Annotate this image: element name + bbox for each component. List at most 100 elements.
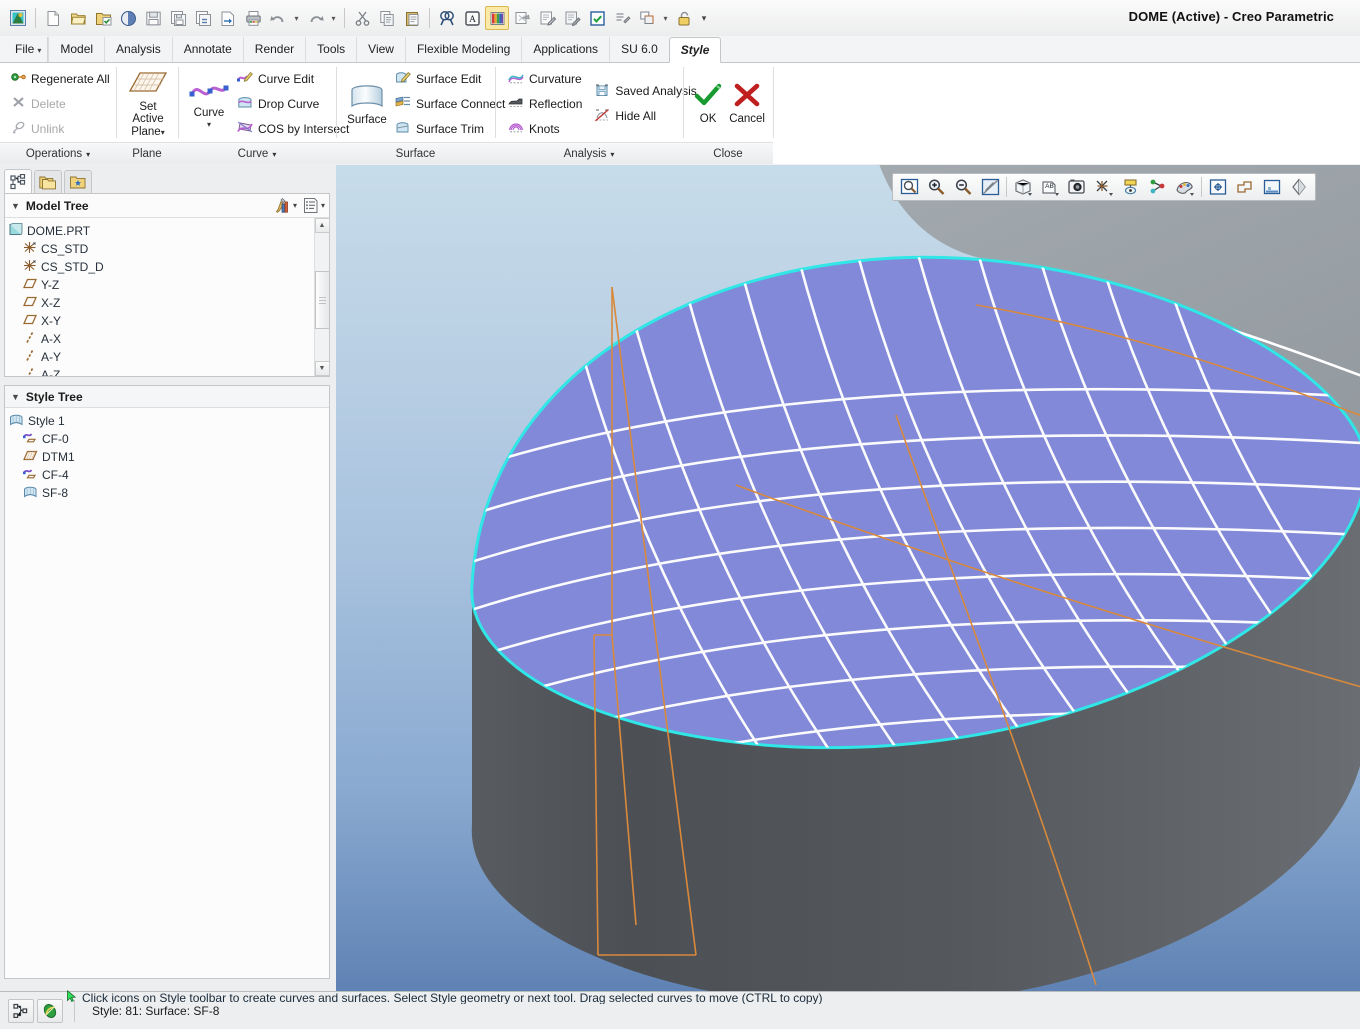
tree-item-a-z[interactable]: A-Z (9, 366, 329, 376)
shrinkwrap-icon[interactable] (116, 6, 140, 30)
tab-tools[interactable]: Tools (305, 37, 356, 62)
backup-icon[interactable] (191, 6, 215, 30)
customize-icon[interactable]: ▾ (697, 6, 711, 30)
tab-file[interactable]: File ▾ (4, 37, 49, 62)
tree-item-dome-prt[interactable]: DOME.PRT (9, 222, 329, 240)
open-last-session-icon[interactable] (91, 6, 115, 30)
quick-sash-icon[interactable] (37, 999, 63, 1023)
style-tree-item-cf-0[interactable]: CF-0 (9, 430, 329, 448)
style-tree-item-dtm1[interactable]: DTM1 (9, 448, 329, 466)
selection-filter-icon[interactable] (8, 999, 34, 1023)
paste-icon[interactable] (400, 6, 424, 30)
refit-icon[interactable] (977, 175, 1003, 199)
cut-icon[interactable] (350, 6, 374, 30)
copy-icon[interactable] (375, 6, 399, 30)
tree-item-cs-std-d[interactable]: CS_STD_D (9, 258, 329, 276)
curve-button[interactable]: Curve ▾ (186, 79, 232, 129)
datum-display-icon[interactable] (1091, 175, 1117, 199)
appearance-gallery-icon[interactable] (485, 6, 509, 30)
text-style-icon[interactable]: A (460, 6, 484, 30)
curvature-button[interactable]: Curvature (505, 68, 585, 90)
new-icon[interactable] (41, 6, 65, 30)
regenerate-icon[interactable] (585, 6, 609, 30)
scroll-up-arrow-icon[interactable]: ▲ (314, 218, 330, 233)
regenerate-all-button[interactable]: Regenerate All (8, 68, 113, 90)
redo-dropdown-icon[interactable]: ▾ (328, 6, 339, 30)
edit-definition-icon[interactable] (560, 6, 584, 30)
tree-item-x-z[interactable]: X-Z (9, 294, 329, 312)
ribbon-group-label-curve[interactable]: Curve ▾ (178, 142, 336, 164)
tree-item-a-y[interactable]: A-Y (9, 348, 329, 366)
favorites-tab[interactable] (64, 170, 92, 193)
surface-connect-button[interactable]: Surface Connect (392, 93, 508, 115)
view-manager-icon[interactable] (510, 6, 534, 30)
scrollbar-track[interactable] (314, 233, 330, 361)
model-tree-scrollbar[interactable]: ▲ ▼ (314, 218, 330, 376)
tree-settings-button[interactable]: ▾ (274, 197, 297, 214)
export-icon[interactable] (216, 6, 240, 30)
saved-orientations-icon[interactable] (1064, 175, 1090, 199)
lock-icon[interactable] (672, 6, 696, 30)
model-tree-tab[interactable] (4, 169, 32, 193)
find-icon[interactable] (435, 6, 459, 30)
redo-icon[interactable] (303, 6, 327, 30)
view-plane-icon[interactable] (1259, 175, 1285, 199)
spin-center-icon[interactable] (1205, 175, 1231, 199)
save-icon[interactable] (141, 6, 165, 30)
tab-style[interactable]: Style (668, 37, 722, 63)
relations-icon[interactable] (610, 6, 634, 30)
tab-view[interactable]: View (356, 37, 405, 62)
ok-button[interactable]: OK (691, 83, 725, 125)
tab-applications[interactable]: Applications (521, 37, 609, 62)
style-tree-item-sf-8[interactable]: SF-8 (9, 484, 329, 502)
scrollbar-thumb[interactable] (314, 271, 330, 329)
active-plane-icon[interactable] (1232, 175, 1258, 199)
tab-render[interactable]: Render (242, 37, 305, 62)
tree-item-y-z[interactable]: Y-Z (9, 276, 329, 294)
tab-model[interactable]: Model (48, 37, 104, 62)
collapse-triangle-icon[interactable]: ▼ (11, 392, 20, 402)
tree-display-button[interactable]: ▾ (303, 197, 325, 214)
curve-edit-button[interactable]: Curve Edit (234, 68, 352, 90)
collapse-triangle-icon[interactable]: ▼ (11, 201, 20, 211)
appearance-icon[interactable] (1172, 175, 1198, 199)
ribbon-group-label-analysis[interactable]: Analysis ▾ (495, 142, 683, 164)
surface-edit-button[interactable]: Surface Edit (392, 68, 508, 90)
surface-button[interactable]: Surface (344, 82, 390, 126)
undo-dropdown-icon[interactable]: ▾ (291, 6, 302, 30)
style-tree-item-cf-4[interactable]: CF-4 (9, 466, 329, 484)
reflection-button[interactable]: Reflection (505, 93, 585, 115)
tree-item-cs-std[interactable]: CS_STD (9, 240, 329, 258)
delete-button[interactable]: Delete (8, 93, 113, 115)
cos-by-intersect-button[interactable]: COS by Intersect (234, 118, 352, 140)
surface-trim-button[interactable]: Surface Trim (392, 118, 508, 140)
tab-analysis[interactable]: Analysis (104, 37, 172, 62)
layer-display-icon[interactable] (1118, 175, 1144, 199)
annotate-icon[interactable] (535, 6, 559, 30)
save-a-copy-icon[interactable] (166, 6, 190, 30)
tab-su-60[interactable]: SU 6.0 (609, 37, 669, 62)
tree-item-a-x[interactable]: A-X (9, 330, 329, 348)
repaint-icon[interactable] (896, 175, 922, 199)
print-icon[interactable] (241, 6, 265, 30)
drop-curve-button[interactable]: Drop Curve (234, 93, 352, 115)
unlink-button[interactable]: Unlink (8, 118, 113, 140)
zoom-in-icon[interactable] (923, 175, 949, 199)
tree-item-x-y[interactable]: X-Y (9, 312, 329, 330)
layers-icon[interactable] (635, 6, 659, 30)
tab-annotate[interactable]: Annotate (171, 37, 243, 62)
display-style-icon[interactable] (1010, 175, 1036, 199)
folder-browser-tab[interactable] (34, 170, 62, 193)
graphics-viewport[interactable]: AB (336, 165, 1360, 991)
style-tree-item-style-1[interactable]: Style 1 (9, 412, 329, 430)
zoom-out-icon[interactable] (950, 175, 976, 199)
point-display-icon[interactable] (1145, 175, 1171, 199)
annotation-display-icon[interactable]: AB (1037, 175, 1063, 199)
section-icon[interactable] (1286, 175, 1312, 199)
cancel-button[interactable]: Cancel (727, 83, 767, 125)
layers-dropdown-icon[interactable]: ▾ (660, 6, 671, 30)
creo-logo-icon[interactable] (6, 6, 30, 30)
scroll-down-arrow-icon[interactable]: ▼ (314, 361, 330, 376)
tab-flexible-modeling[interactable]: Flexible Modeling (404, 37, 521, 62)
ribbon-group-label-operations[interactable]: Operations ▾ (0, 142, 116, 164)
